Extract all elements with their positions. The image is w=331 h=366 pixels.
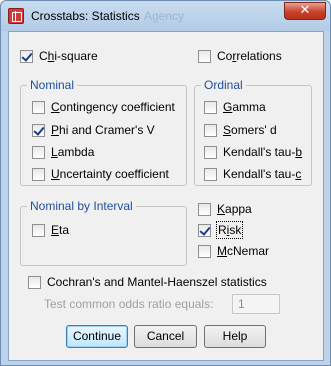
checkbox-unchecked-icon [32, 167, 45, 181]
lambda-label: Lambda [51, 145, 95, 159]
correlations-label: Correlations [217, 49, 282, 63]
close-icon: ✕ [299, 3, 311, 18]
ordinal-group: Ordinal Gamma Somers' d Kendall's tau-b … [194, 78, 312, 186]
correlations-checkbox[interactable]: Correlations [198, 48, 282, 64]
checkbox-checked-icon [198, 223, 211, 237]
background-window-title: Agency [144, 9, 185, 23]
cochrans-mantel-haenszel-label: Cochran's and Mantel-Haenszel statistics [47, 275, 267, 289]
mnemonic-letter: K [217, 202, 226, 216]
contingency-coefficient-label: Contingency coefficient [51, 100, 175, 114]
mnemonic-letter: U [51, 167, 60, 181]
nominal-group: Nominal Contingency coefficient Phi and … [20, 78, 187, 186]
checkbox-unchecked-icon [32, 223, 45, 237]
checkbox-unchecked-icon [198, 244, 211, 258]
odds-ratio-label: Test common odds ratio equals: [44, 297, 214, 311]
checkbox-unchecked-icon [204, 123, 217, 137]
mnemonic-letter: L [51, 145, 58, 159]
kendalls-tau-b-checkbox[interactable]: Kendall's tau-b [204, 144, 302, 160]
mnemonic-letter: G [223, 100, 233, 114]
continue-button[interactable]: Continue [66, 325, 128, 348]
cancel-button[interactable]: Cancel [134, 325, 197, 348]
phi-cramers-v-checkbox[interactable]: Phi and Cramer's V [32, 122, 155, 138]
kendalls-tau-c-checkbox[interactable]: Kendall's tau-c [204, 166, 301, 182]
kendalls-tau-c-label: Kendall's tau-c [223, 167, 302, 181]
nominal-by-interval-group-title: Nominal by Interval [27, 199, 136, 213]
mnemonic-letter: E [51, 223, 60, 237]
mnemonic-letter: S [223, 123, 232, 137]
eta-checkbox[interactable]: Eta [32, 222, 69, 238]
kappa-checkbox[interactable]: Kappa [198, 201, 252, 217]
checkbox-checked-icon [32, 123, 45, 137]
phi-cramers-v-label: Phi and Cramer's V [51, 123, 155, 137]
mnemonic-letter: C [51, 100, 60, 114]
help-button[interactable]: Help [204, 325, 266, 348]
somers-d-checkbox[interactable]: Somers' d [204, 122, 277, 138]
checkbox-unchecked-icon [204, 100, 217, 114]
somers-d-label: Somers' d [223, 123, 277, 137]
contingency-coefficient-checkbox[interactable]: Contingency coefficient [32, 99, 175, 115]
uncertainty-coefficient-checkbox[interactable]: Uncertainty coefficient [32, 166, 169, 182]
chi-square-label: Chi-square [39, 49, 98, 63]
mnemonic-letter: P [51, 123, 60, 137]
chi-square-checkbox[interactable]: Chi-square [20, 48, 98, 64]
mnemonic-letter: i [226, 223, 230, 237]
checkbox-unchecked-icon [28, 275, 41, 289]
checkbox-unchecked-icon [198, 49, 211, 63]
risk-label: Risk [215, 221, 244, 239]
checkbox-unchecked-icon [204, 167, 217, 181]
mcnemar-label: McNemar [217, 244, 270, 258]
mnemonic-letter: b [295, 145, 303, 159]
kendalls-tau-b-label: Kendall's tau-b [223, 145, 303, 159]
gamma-label: Gamma [223, 100, 266, 114]
eta-label: Eta [51, 223, 70, 237]
mnemonic-letter: h [47, 49, 55, 63]
checkbox-unchecked-icon [32, 145, 45, 159]
ordinal-group-title: Ordinal [201, 78, 246, 92]
lambda-checkbox[interactable]: Lambda [32, 144, 94, 160]
window-title: Crosstabs: Statistics [31, 9, 140, 23]
kappa-label: Kappa [217, 202, 252, 216]
nominal-by-interval-group: Nominal by Interval Eta [20, 199, 187, 266]
mnemonic-letter: r [232, 49, 237, 63]
close-button[interactable]: ✕ [284, 2, 326, 20]
checkbox-unchecked-icon [32, 100, 45, 114]
title-bar[interactable]: Crosstabs: Statistics Agency ✕ [1, 1, 330, 31]
spss-app-icon [8, 8, 24, 24]
risk-checkbox[interactable]: Risk [198, 221, 244, 239]
cochrans-mantel-haenszel-checkbox[interactable]: Cochran's and Mantel-Haenszel statistics [28, 274, 267, 290]
dialog-client-area: Chi-square Correlations Nominal Continge… [8, 31, 324, 361]
mnemonic-letter: M [217, 244, 227, 258]
dialog-window: Crosstabs: Statistics Agency ✕ Chi-squar… [0, 0, 331, 366]
gamma-checkbox[interactable]: Gamma [204, 99, 266, 115]
mnemonic-letter: c [295, 167, 302, 181]
odds-ratio-input[interactable]: 1 [232, 294, 280, 314]
nominal-group-title: Nominal [27, 78, 78, 92]
mcnemar-checkbox[interactable]: McNemar [198, 243, 269, 259]
checkbox-unchecked-icon [198, 202, 211, 216]
checkbox-checked-icon [20, 49, 33, 63]
checkbox-unchecked-icon [204, 145, 217, 159]
uncertainty-coefficient-label: Uncertainty coefficient [51, 167, 169, 181]
